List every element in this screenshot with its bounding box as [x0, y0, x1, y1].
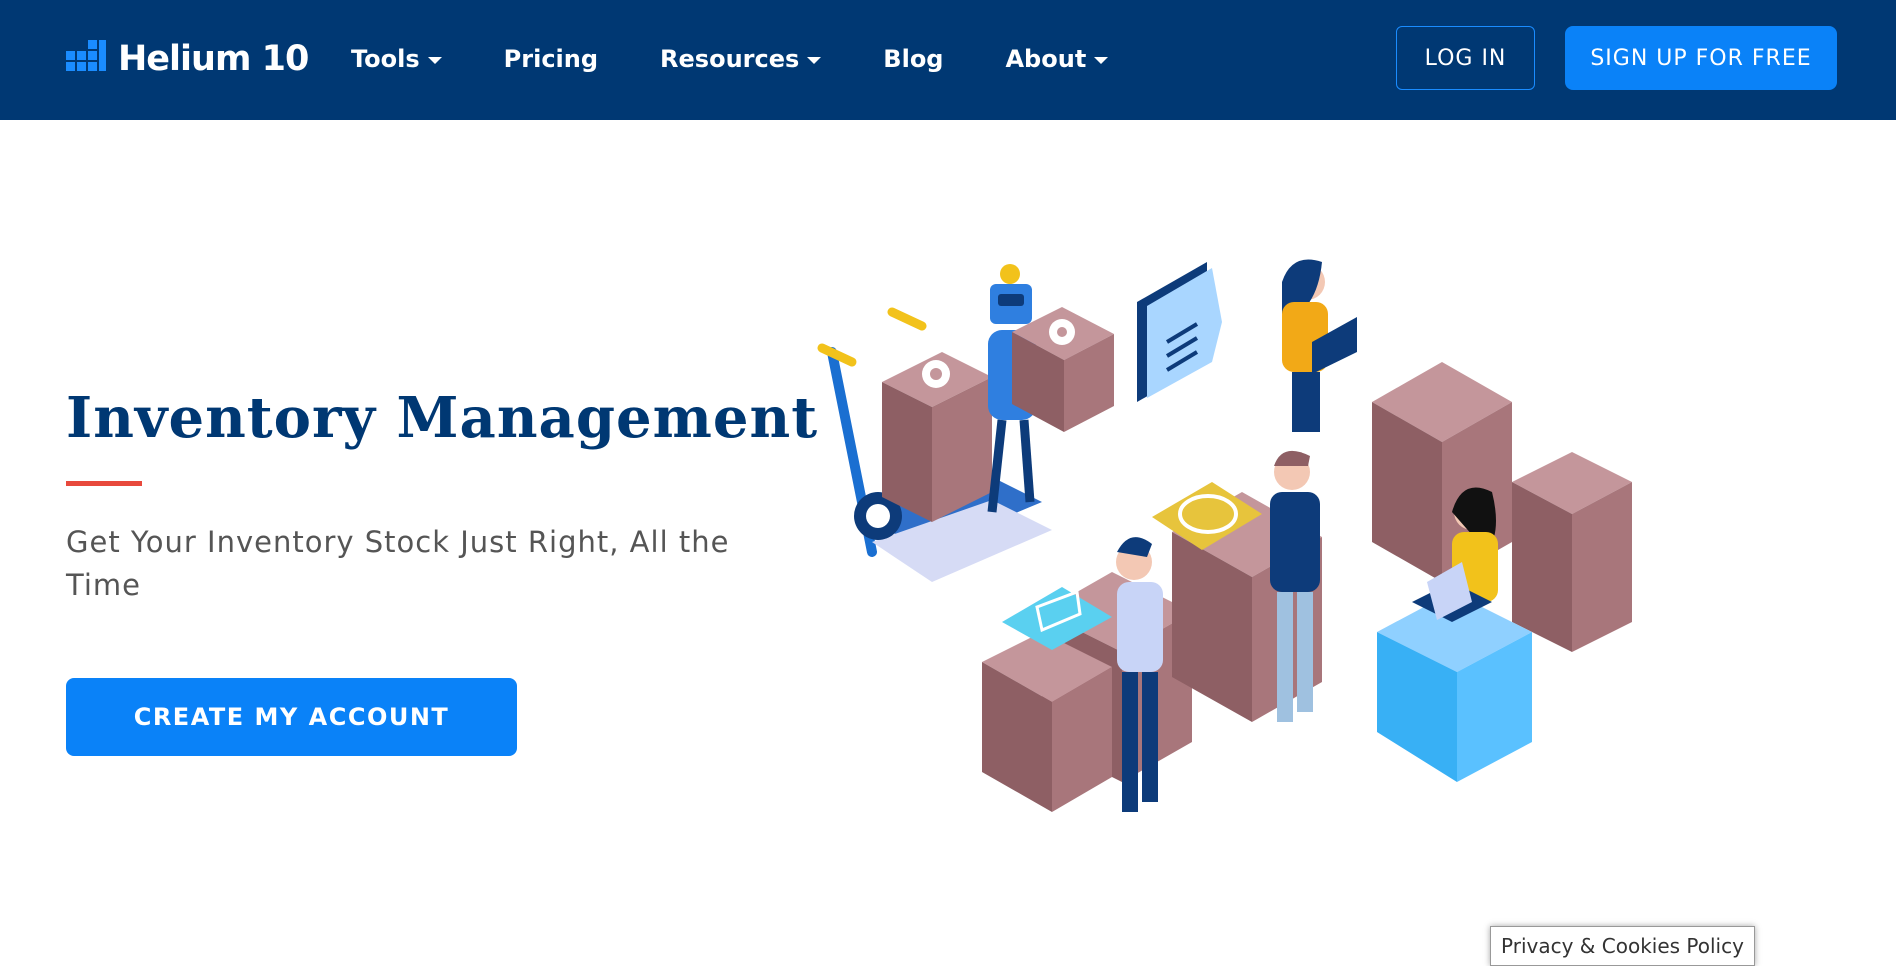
nav-item-resources[interactable]: Resources: [660, 45, 822, 73]
chevron-down-icon: [1094, 57, 1109, 64]
nav-item-label: Blog: [883, 45, 944, 73]
privacy-cookies-policy-button[interactable]: Privacy & Cookies Policy: [1490, 926, 1755, 966]
top-navigation-bar: Helium 10 Tools Pricing Resources Blog A…: [0, 0, 1896, 120]
login-button[interactable]: LOG IN: [1396, 26, 1535, 90]
chevron-down-icon: [807, 57, 822, 64]
brand-name: Helium 10: [118, 39, 309, 79]
box-stack-truck: [882, 352, 992, 522]
title-accent-divider: [66, 481, 142, 486]
box-stack-right: [1372, 362, 1632, 652]
nav-item-label: Tools: [351, 45, 420, 73]
hero-subtitle: Get Your Inventory Stock Just Right, All…: [66, 525, 730, 602]
brand-logo[interactable]: Helium 10: [66, 38, 309, 80]
page-title: Inventory Management: [66, 385, 819, 451]
warehouse-illustration: [817, 259, 1632, 812]
chevron-down-icon: [427, 57, 442, 64]
bar-chart-icon: [66, 40, 106, 78]
nav-item-label: Resources: [660, 45, 800, 73]
nav-item-label: Pricing: [503, 45, 599, 73]
main-nav: Tools Pricing Resources Blog About: [351, 40, 1170, 78]
signup-button[interactable]: SIGN UP FOR FREE: [1565, 26, 1837, 90]
document-screen-illustration: [1137, 262, 1222, 402]
nav-item-label: About: [1005, 45, 1087, 73]
nav-item-pricing[interactable]: Pricing: [504, 45, 598, 73]
nav-item-blog[interactable]: Blog: [883, 45, 943, 73]
person-with-laptop-illustration: [1282, 259, 1357, 432]
nav-item-about[interactable]: About: [1005, 45, 1109, 73]
nav-item-tools[interactable]: Tools: [351, 45, 442, 73]
create-account-button[interactable]: CREATE MY ACCOUNT: [66, 678, 517, 756]
